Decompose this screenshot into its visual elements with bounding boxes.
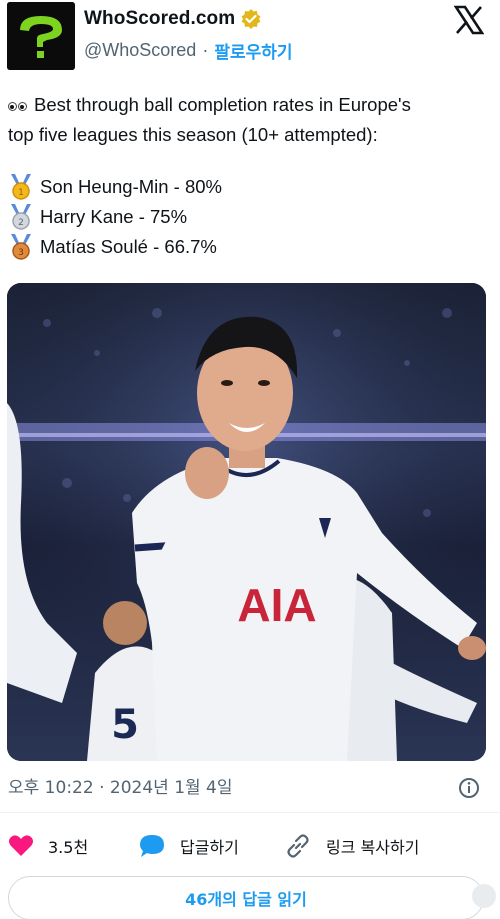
reply-label: 답글하기: [180, 838, 239, 857]
tweet-line-1: Best through ball completion rates in Eu…: [8, 90, 496, 120]
x-logo-icon[interactable]: [454, 5, 484, 35]
separator-dot: ·: [202, 40, 209, 60]
player-celebration-photo: 5 AIA: [7, 283, 486, 761]
ranking-item: 2 Harry Kane - 75%: [8, 202, 222, 232]
svg-text:1: 1: [18, 188, 24, 198]
account-name[interactable]: WhoScored.com: [84, 8, 235, 30]
svg-text:3: 3: [18, 248, 24, 258]
ranking-list: 1 Son Heung-Min - 80% 2 Harry Kane - 75%…: [8, 172, 222, 262]
reply-bubble-icon: [140, 835, 164, 857]
jersey-sponsor: AIA: [237, 579, 316, 631]
divider: [0, 812, 500, 813]
silver-medal-icon: 2: [11, 204, 31, 230]
tweet-timestamp[interactable]: 오후 10:22 · 2024년 1월 4일: [8, 773, 233, 798]
svg-text:2: 2: [18, 218, 24, 228]
link-icon: [287, 834, 309, 858]
corner-menu-icon[interactable]: [472, 884, 496, 908]
bronze-medal-icon: 3: [11, 234, 31, 260]
handle-row: @WhoScored · 팔로우하기: [84, 38, 293, 63]
read-replies-button[interactable]: 46개의 답글 읽기: [8, 876, 484, 919]
account-name-row: WhoScored.com: [84, 8, 262, 30]
tweet-photo[interactable]: 5 AIA: [7, 283, 486, 761]
copy-link-button[interactable]: 링크 복사하기: [284, 828, 419, 864]
like-count: 3.5천: [48, 838, 89, 857]
ranking-item: 3 Matías Soulé - 66.7%: [8, 232, 222, 262]
whoscored-logo-icon: [7, 2, 75, 70]
follow-button[interactable]: 팔로우하기: [214, 38, 292, 63]
ranking-text: Son Heung-Min - 80%: [40, 176, 223, 197]
tweet-text-line-2: top five leagues this season (10+ attemp…: [8, 124, 378, 145]
jersey-number: 5: [111, 702, 139, 748]
heart-icon: [9, 835, 33, 856]
info-icon[interactable]: [458, 777, 480, 799]
account-handle[interactable]: @WhoScored: [84, 40, 196, 61]
eyes-icon: [8, 90, 34, 120]
gold-medal-icon: 1: [11, 174, 31, 200]
reply-button[interactable]: 답글하기: [138, 828, 239, 864]
tweet-header: WhoScored.com @WhoScored · 팔로우하기: [0, 0, 500, 80]
avatar[interactable]: [7, 2, 75, 70]
tweet-text: Best through ball completion rates in Eu…: [8, 90, 496, 150]
ranking-item: 1 Son Heung-Min - 80%: [8, 172, 222, 202]
copy-link-label: 링크 복사하기: [326, 838, 420, 857]
ranking-text: Matías Soulé - 66.7%: [40, 236, 217, 257]
tweet-actions: 3.5천 답글하기 링크 복사하기: [0, 828, 500, 864]
verified-badge-icon: [241, 9, 261, 29]
like-button[interactable]: 3.5천: [8, 828, 88, 864]
tweet-text-line-1: Best through ball completion rates in Eu…: [34, 94, 411, 115]
ranking-text: Harry Kane - 75%: [40, 206, 188, 227]
